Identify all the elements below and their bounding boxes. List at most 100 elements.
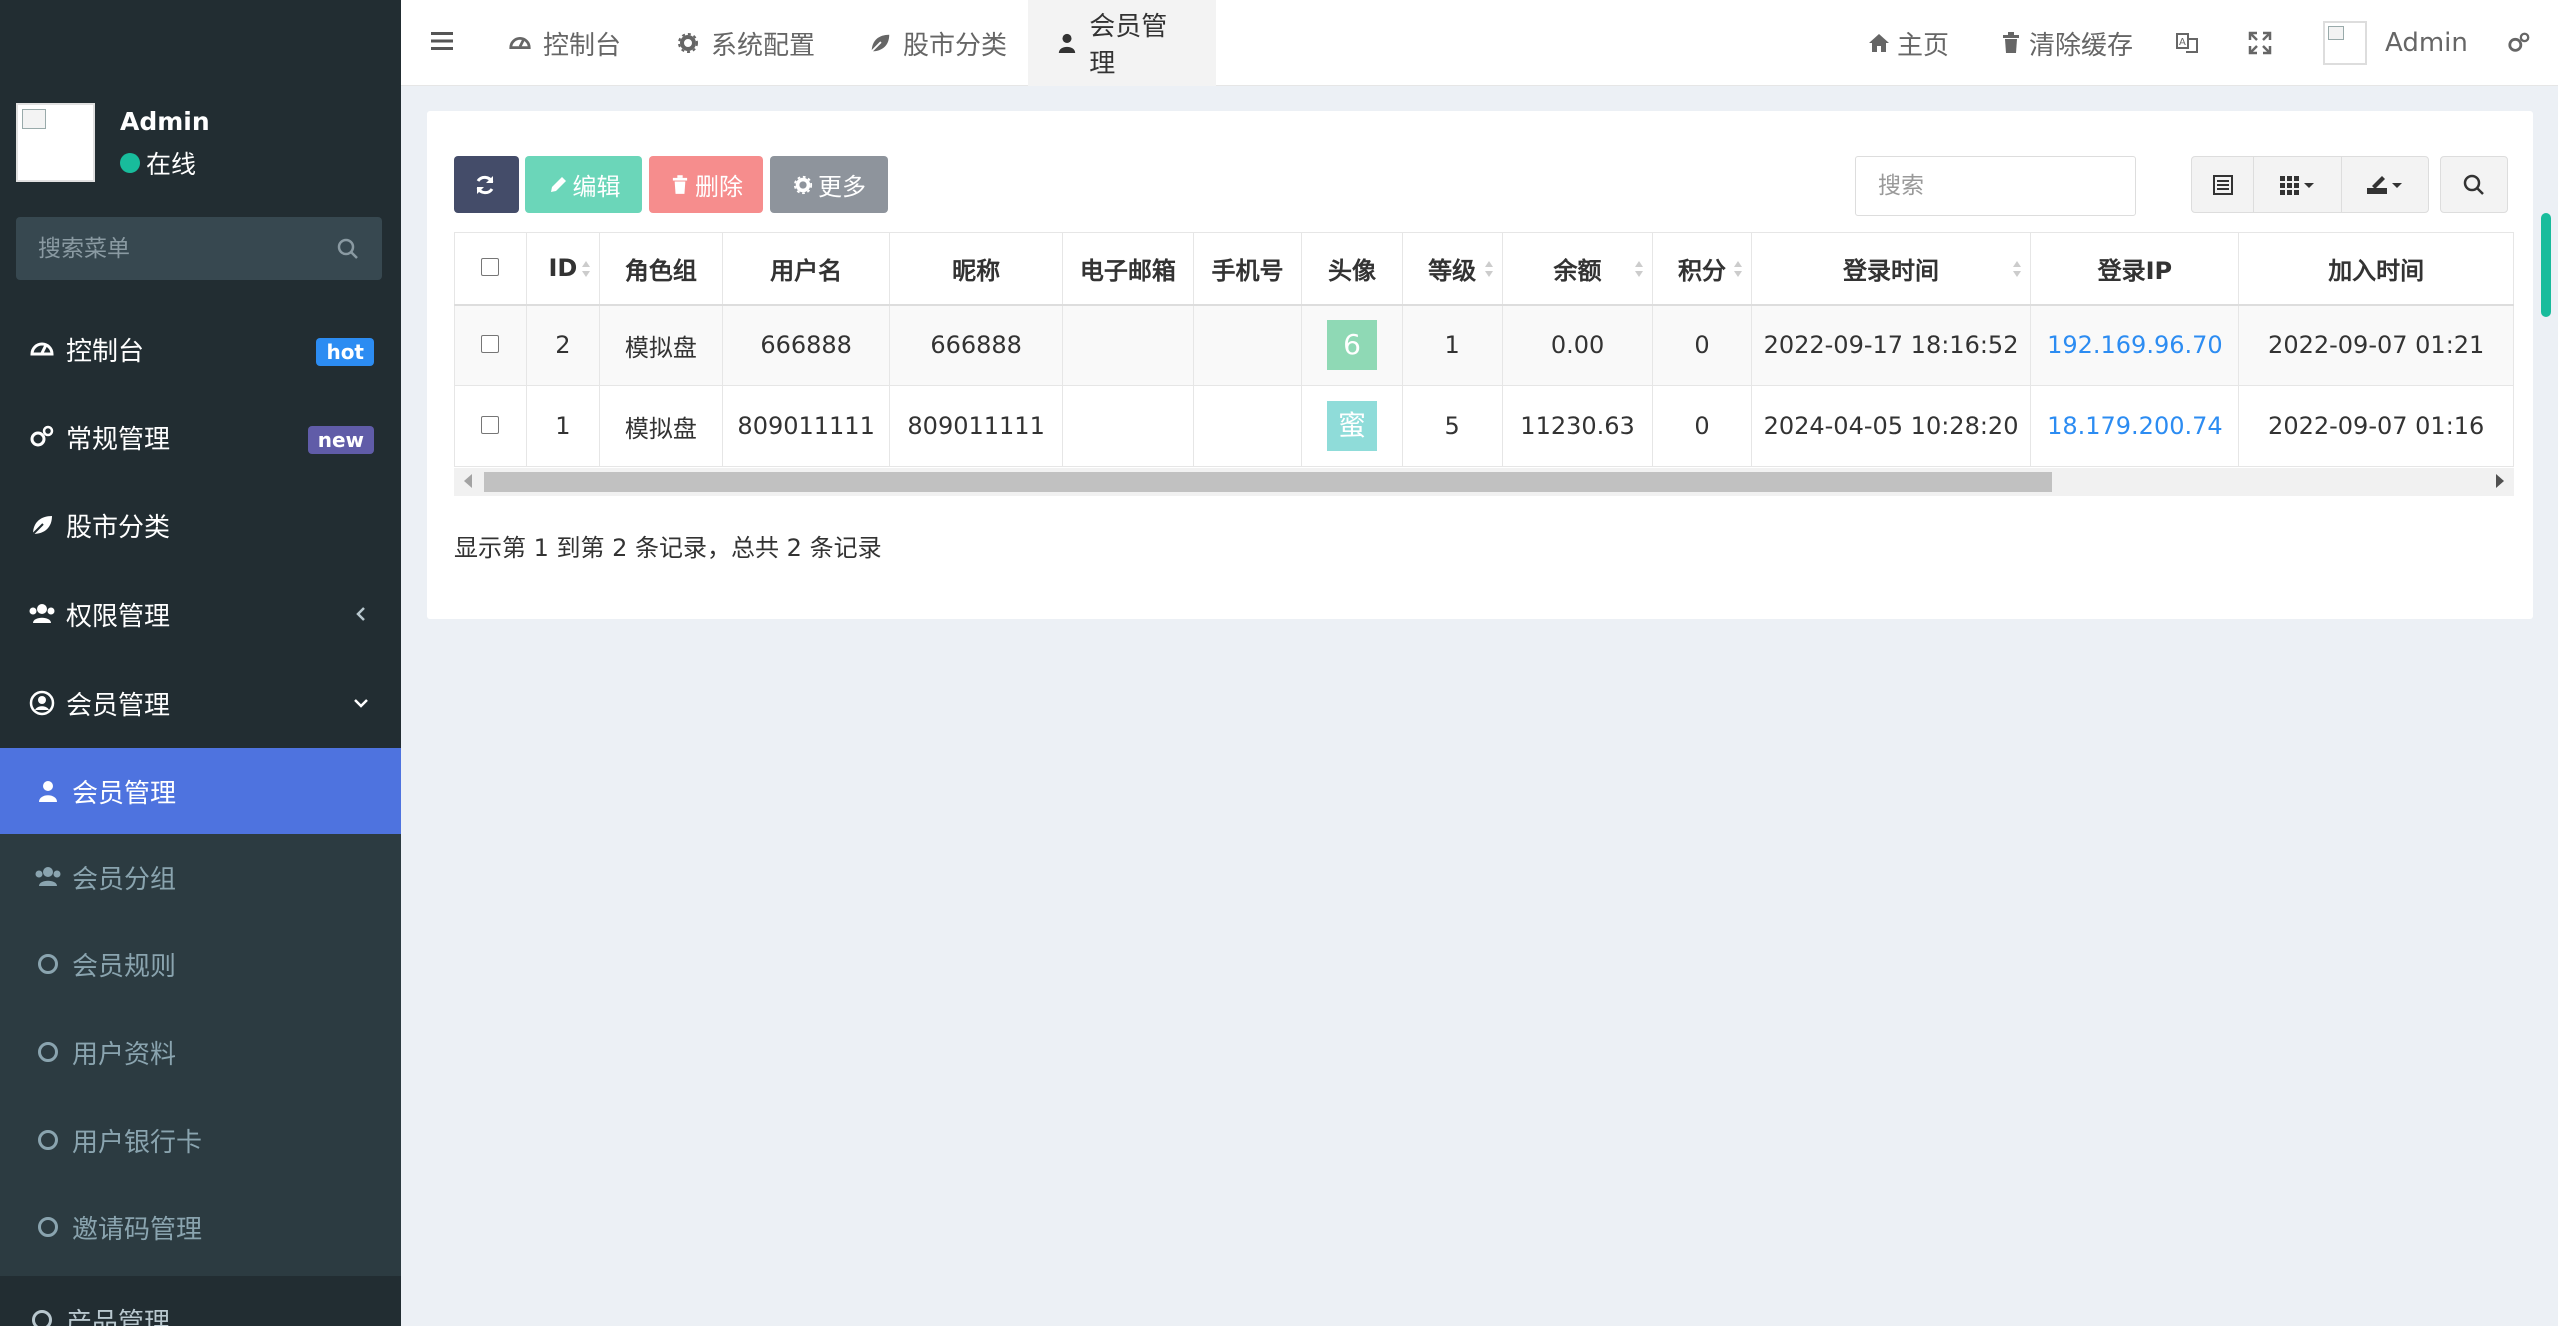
cell-join-time: 2022-09-07 01:16 [2238, 385, 2514, 467]
sidebar-subitem-label: 会员分组 [72, 864, 177, 895]
home-label: 主页 [1897, 30, 1950, 61]
table-search [1855, 156, 2136, 216]
cell-email [1062, 385, 1194, 467]
sidebar-subitem-user-bank-card[interactable]: 用户银行卡 [0, 1097, 401, 1183]
select-all-checkbox[interactable] [481, 258, 500, 277]
toggle-view-button[interactable] [2192, 157, 2254, 212]
cell-join-time: 2022-09-07 01:21 [2238, 304, 2514, 386]
menu-toggle-icon[interactable] [429, 28, 455, 54]
scrollbar-thumb[interactable] [484, 472, 2052, 492]
tab-stock-category[interactable]: 股市分类 [841, 0, 1033, 86]
avatar [2323, 21, 2367, 65]
sort-icon [1635, 261, 1644, 277]
table-row[interactable]: 1 模拟盘 809011111 809011111 蜜 5 11230.63 0… [454, 385, 2514, 467]
cell-login-ip-link[interactable]: 192.169.96.70 [2030, 304, 2240, 386]
col-header-label: 等级 [1428, 256, 1477, 285]
sidebar-item-general[interactable]: 常规管理 new [0, 393, 401, 481]
select-all-cell [454, 232, 527, 306]
sidebar-item-stock-category[interactable]: 股市分类 [0, 481, 401, 569]
tab-member-management[interactable]: 会员管理 [1028, 0, 1216, 86]
cell-id: 2 [526, 304, 600, 386]
scroll-left-icon[interactable] [464, 474, 472, 488]
control-sidebar-toggle[interactable] [2507, 0, 2537, 86]
cell-email [1062, 304, 1194, 386]
admin-label: Admin [2385, 28, 2468, 58]
sidebar-search [16, 217, 382, 280]
search-icon[interactable] [336, 237, 360, 261]
chevron-down-icon [354, 699, 368, 708]
sidebar-item-dashboard[interactable]: 控制台 hot [0, 305, 401, 393]
cell-avatar: 6 [1301, 304, 1403, 386]
cell-login-ip-link[interactable]: 18.179.200.74 [2030, 385, 2240, 467]
circle-o-icon [34, 950, 62, 978]
tab-label: 控制台 [543, 30, 622, 61]
dashboard-icon [507, 30, 533, 56]
cell-username: 666888 [722, 304, 891, 386]
users-icon [34, 863, 62, 891]
col-header-email: 电子邮箱 [1062, 232, 1194, 306]
new-badge: new [307, 426, 374, 454]
home-link[interactable]: 主页 [1867, 0, 1949, 86]
tab-dashboard[interactable]: 控制台 [481, 0, 647, 86]
col-header-join-time: 加入时间 [2238, 232, 2514, 306]
sidebar-item-permissions[interactable]: 权限管理 [0, 570, 401, 658]
sidebar-item-members[interactable]: 会员管理 [0, 659, 401, 747]
avatar[interactable]: 6 [1326, 320, 1377, 371]
row-checkbox[interactable] [481, 416, 500, 434]
table-search-button[interactable] [2440, 156, 2508, 213]
edit-button[interactable]: 编辑 [525, 156, 642, 213]
col-header-label: 昵称 [952, 256, 1001, 285]
sidebar-subitem-user-profile[interactable]: 用户资料 [0, 1009, 401, 1095]
user-status-label: 在线 [146, 150, 197, 179]
grid-icon [2279, 175, 2314, 195]
horizontal-scrollbar[interactable] [454, 468, 2514, 496]
col-header-login-ip: 登录IP [2030, 232, 2240, 306]
col-header-score[interactable]: 积分 [1652, 232, 1752, 306]
sidebar-search-input[interactable] [16, 217, 316, 280]
user-panel: Admin 在线 [0, 85, 401, 195]
table-search-input[interactable] [1856, 157, 2135, 215]
circle-o-icon [28, 1306, 56, 1326]
columns-dropdown-button[interactable] [2254, 157, 2342, 212]
tab-label: 系统配置 [711, 30, 816, 61]
users-icon [28, 600, 56, 628]
online-dot-icon [120, 153, 140, 173]
row-checkbox[interactable] [481, 335, 500, 354]
refresh-button[interactable] [454, 156, 519, 213]
col-header-login-time[interactable]: 登录时间 [1751, 232, 2032, 306]
sidebar-subitem-member-rules[interactable]: 会员规则 [0, 921, 401, 1007]
sidebar-subitem-member-group[interactable]: 会员分组 [0, 834, 401, 920]
chevron-left-icon [356, 607, 365, 621]
col-header-label: ID [548, 254, 578, 283]
admin-menu[interactable]: Admin [2323, 0, 2468, 86]
export-dropdown-button[interactable] [2342, 157, 2428, 212]
more-button[interactable]: 更多 [770, 156, 888, 213]
fullscreen-button[interactable] [2248, 0, 2278, 86]
refresh-icon [474, 174, 496, 196]
col-header-level[interactable]: 等级 [1402, 232, 1503, 306]
avatar[interactable]: 蜜 [1326, 401, 1377, 451]
sidebar-item-products[interactable]: 产品管理 [0, 1276, 401, 1326]
col-header-label: 电子邮箱 [1079, 256, 1176, 285]
clear-cache-button[interactable]: 清除缓存 [1999, 0, 2133, 86]
cell-level: 1 [1402, 304, 1503, 386]
tab-system-config[interactable]: 系统配置 [649, 0, 841, 86]
sort-icon [581, 261, 590, 277]
col-header-label: 角色组 [624, 256, 697, 285]
sidebar-subitem-member-management[interactable]: 会员管理 [0, 748, 401, 834]
cell-score: 0 [1652, 385, 1752, 467]
table-row[interactable]: 2 模拟盘 666888 666888 6 1 0.00 0 2022-09-1… [454, 304, 2514, 386]
sidebar-item-label: 权限管理 [66, 601, 171, 632]
col-header-balance[interactable]: 余额 [1502, 232, 1654, 306]
delete-button[interactable]: 删除 [649, 156, 763, 213]
sidebar-subitem-invite-code[interactable]: 邀请码管理 [0, 1184, 401, 1270]
page-scrollbar-thumb[interactable] [2541, 213, 2551, 317]
sidebar-item-label: 常规管理 [66, 424, 171, 455]
translate-icon: A [2175, 31, 2199, 55]
col-header-id[interactable]: ID [526, 232, 600, 306]
translate-button[interactable]: A [2175, 0, 2205, 86]
col-header-label: 手机号 [1211, 256, 1284, 285]
scroll-right-icon[interactable] [2496, 474, 2504, 488]
leaf-icon [28, 511, 56, 539]
col-header-label: 积分 [1678, 256, 1727, 285]
